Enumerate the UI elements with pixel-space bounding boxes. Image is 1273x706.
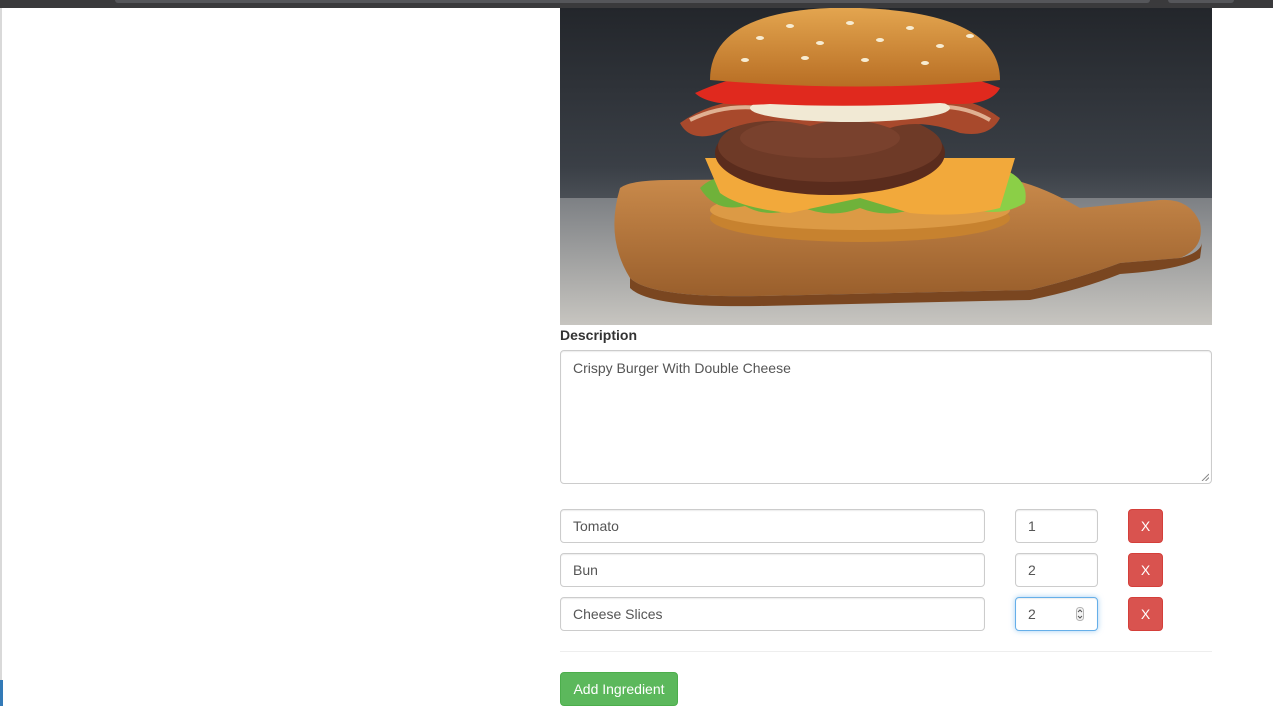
ingredient-amount-input[interactable]: 1 (1015, 509, 1098, 543)
ingredient-row: Cheese Slices 2 X (560, 597, 1180, 631)
left-edge-indicator (0, 680, 3, 706)
description-label: Description (560, 327, 638, 343)
ingredient-amount-input[interactable]: 2 (1015, 553, 1098, 587)
recipe-image (560, 8, 1212, 325)
delete-ingredient-button[interactable]: X (1128, 509, 1163, 543)
delete-ingredient-button[interactable]: X (1128, 597, 1163, 631)
ingredient-name-input[interactable]: Tomato (560, 509, 985, 543)
burger-photo-icon (560, 8, 1212, 325)
delete-ingredient-button[interactable]: X (1128, 553, 1163, 587)
resize-grip-icon[interactable] (1201, 473, 1209, 481)
ingredient-row: Bun 2 X (560, 553, 1180, 587)
browser-address-bar[interactable] (115, 0, 1150, 3)
form-divider (560, 651, 1212, 652)
ingredient-name-input[interactable]: Bun (560, 553, 985, 587)
ingredient-row: Tomato 1 X (560, 509, 1180, 543)
left-window-edge (0, 8, 2, 706)
description-text: Crispy Burger With Double Cheese (573, 360, 791, 376)
ingredient-amount-input-focused[interactable]: 2 (1015, 597, 1098, 631)
browser-top-bar (0, 0, 1273, 8)
add-ingredient-button[interactable]: Add Ingredient (560, 672, 678, 706)
description-textarea[interactable]: Crispy Burger With Double Cheese (560, 350, 1212, 484)
ingredient-amount-value: 2 (1028, 606, 1036, 622)
number-spinner-icon[interactable] (1076, 607, 1084, 621)
ingredient-name-input[interactable]: Cheese Slices (560, 597, 985, 631)
browser-toolbar-button[interactable] (1168, 0, 1234, 3)
recipe-edit-page: Description Crispy Burger With Double Ch… (0, 0, 1273, 706)
